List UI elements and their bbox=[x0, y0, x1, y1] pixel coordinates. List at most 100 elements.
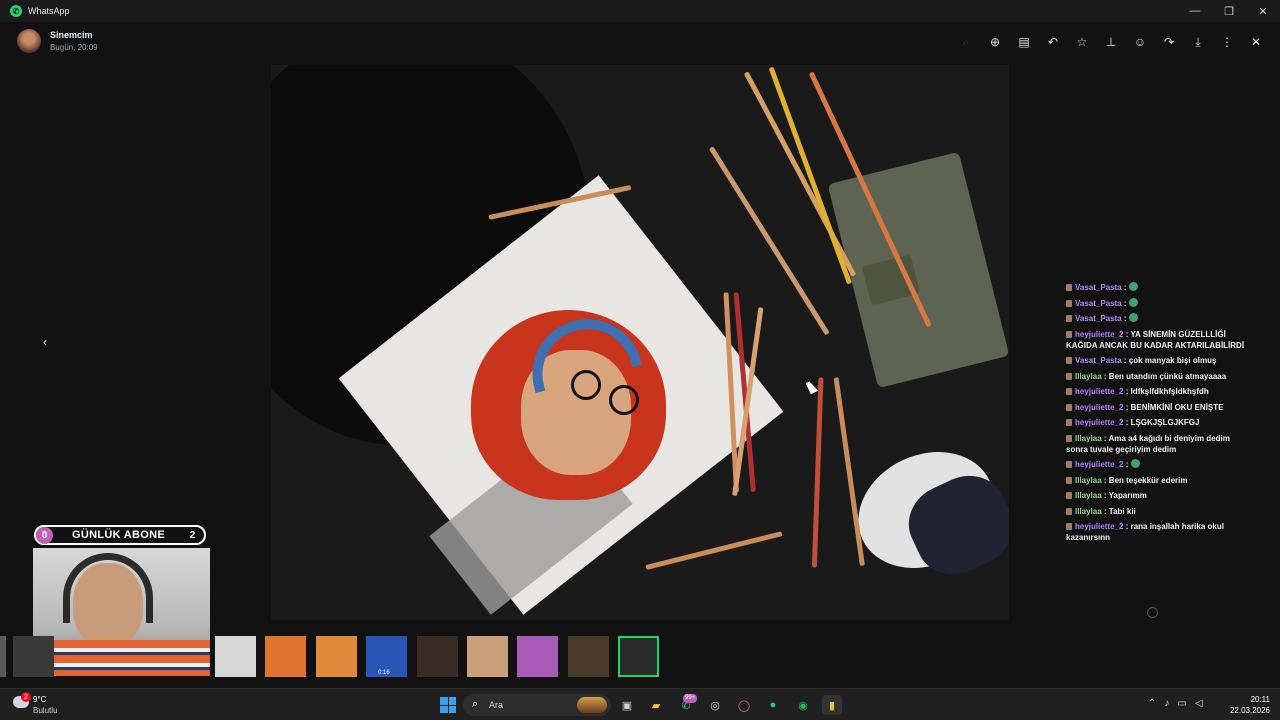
volume-icon[interactable]: ◁ bbox=[1195, 698, 1203, 709]
chat-message: heyjuliette_2 : ldfkşlfdkhfşldkhşfdh bbox=[1066, 386, 1246, 397]
search-highlight-image bbox=[577, 697, 607, 713]
chat-text: Tabi kii bbox=[1108, 506, 1136, 516]
media-thumbnail[interactable] bbox=[417, 636, 458, 677]
zoom-in-icon[interactable]: ⊕ bbox=[985, 32, 1005, 52]
user-badge-icon bbox=[1066, 357, 1072, 364]
user-badge-icon bbox=[1066, 388, 1072, 395]
media-thumbnail[interactable]: 0:16 bbox=[366, 636, 407, 677]
chat-separator: : bbox=[1121, 356, 1129, 365]
chat-text: Yaparımm bbox=[1108, 491, 1147, 500]
download-icon[interactable]: ⤓ bbox=[1188, 32, 1208, 52]
opera-icon[interactable]: ◯ bbox=[734, 695, 754, 715]
go-to-message-icon[interactable]: ▤ bbox=[1014, 32, 1034, 52]
chat-separator: : bbox=[1121, 314, 1129, 323]
media-thumbnail[interactable] bbox=[215, 636, 256, 677]
chat-username: heyjuliette_2 bbox=[1075, 329, 1124, 339]
chat-message: lllaylaa : Tabi kii bbox=[1066, 506, 1246, 517]
viewer-toolbar: ⌕ ⊕ ▤ ↶ ☆ ⊥ ☺ ↷ ⤓ ⋮ ✕ bbox=[956, 32, 1266, 52]
previous-media-button[interactable]: ‹ bbox=[35, 332, 55, 352]
notebook bbox=[827, 151, 1009, 389]
search-icon: ⌕ bbox=[472, 698, 479, 710]
chat-message: Vasat_Pasta : bbox=[1066, 282, 1246, 293]
taskbar-clock[interactable]: 20:11 22.03.2026 bbox=[1230, 694, 1270, 716]
user-badge-icon bbox=[1066, 299, 1072, 307]
chat-separator: : bbox=[1121, 283, 1129, 292]
user-badge-icon bbox=[1066, 476, 1072, 484]
display-icon[interactable]: ▭ bbox=[1177, 698, 1186, 709]
chat-username: heyjuliette_2 bbox=[1075, 387, 1124, 396]
chat-username: heyjuliette_2 bbox=[1075, 418, 1124, 427]
subscriber-start-count: 0 bbox=[36, 526, 53, 544]
chat-username: Vasat_Pasta bbox=[1075, 283, 1122, 292]
chat-username: Vasat_Pasta bbox=[1075, 356, 1122, 365]
chat-username: heyjuliette_2 bbox=[1075, 460, 1124, 469]
chat-separator: : bbox=[1101, 371, 1109, 381]
whatsapp-unread-badge: 99+ bbox=[683, 694, 698, 703]
drawing-glasses-left bbox=[571, 370, 601, 400]
react-icon[interactable]: ☺ bbox=[1130, 32, 1150, 52]
pencil bbox=[743, 71, 857, 277]
media-thumbnail[interactable] bbox=[467, 636, 508, 677]
pencil bbox=[833, 377, 865, 566]
drawing-glasses-right bbox=[609, 385, 639, 415]
task-view-icon[interactable]: ▣ bbox=[617, 695, 637, 715]
media-thumbnail[interactable] bbox=[13, 636, 54, 677]
microphone-icon[interactable]: ♪ bbox=[1164, 698, 1169, 709]
chat-username: heyjuliette_2 bbox=[1075, 402, 1124, 412]
reply-icon[interactable]: ↶ bbox=[1043, 32, 1063, 52]
media-thumbnail[interactable] bbox=[0, 636, 6, 677]
chat-username: lllaylaa bbox=[1075, 475, 1102, 485]
avatar[interactable] bbox=[17, 29, 41, 53]
user-badge-icon bbox=[1066, 461, 1072, 468]
app-icon[interactable]: ● bbox=[763, 695, 783, 715]
emote-icon bbox=[1128, 297, 1138, 307]
chat-separator: : bbox=[1101, 506, 1109, 516]
chat-separator: : bbox=[1123, 418, 1131, 427]
minimize-button[interactable]: — bbox=[1178, 0, 1212, 22]
clock-time: 20:11 bbox=[1250, 695, 1270, 704]
chat-message: lllaylaa : Ben utandım çünkü atmayaaaa bbox=[1066, 371, 1246, 382]
weather-description[interactable]: Bulutlu bbox=[33, 706, 57, 715]
chat-message: heyjuliette_2 : YA SİNEMİN GÜZELLLİĞİ KA… bbox=[1066, 329, 1246, 351]
chat-separator: : bbox=[1101, 433, 1109, 443]
steam-icon[interactable]: ◎ bbox=[705, 695, 725, 715]
streamlabs-icon[interactable]: ▮ bbox=[822, 695, 842, 715]
weather-temperature[interactable]: 9°C bbox=[33, 695, 46, 704]
more-icon[interactable]: ⋮ bbox=[1217, 32, 1237, 52]
forward-icon[interactable]: ↷ bbox=[1159, 32, 1179, 52]
spotify-icon[interactable]: ◉ bbox=[793, 695, 813, 715]
chat-separator: : bbox=[1101, 475, 1109, 485]
close-icon[interactable]: ✕ bbox=[1246, 32, 1266, 52]
maximize-button[interactable]: ❐ bbox=[1212, 0, 1246, 22]
system-tray: ⌃ ♪ ▭ ◁ bbox=[1148, 698, 1203, 709]
chat-separator: : bbox=[1123, 460, 1131, 469]
start-button[interactable] bbox=[440, 697, 456, 713]
media-thumbnail[interactable] bbox=[517, 636, 558, 677]
pin-icon[interactable]: ⊥ bbox=[1101, 32, 1121, 52]
chat-separator: : bbox=[1123, 387, 1131, 396]
chat-text: Ben teşekkür ederim bbox=[1108, 475, 1188, 485]
media-thumbnail[interactable] bbox=[568, 636, 609, 677]
taskbar-search-box[interactable]: ⌕ Ara bbox=[463, 694, 611, 716]
whatsapp-logo-icon: ✆ bbox=[10, 5, 22, 17]
media-viewer-header: Sinemcim Bugün, 20:09 ⌕ ⊕ ▤ ↶ ☆ ⊥ ☺ ↷ ⤓ … bbox=[0, 22, 1280, 62]
chat-message: lllaylaa : Ama a4 kağıdı bi deniyim dedi… bbox=[1066, 433, 1246, 455]
search-icon: ⌕ bbox=[962, 34, 970, 49]
star-icon[interactable]: ☆ bbox=[1072, 32, 1092, 52]
media-thumbnail[interactable] bbox=[316, 636, 357, 677]
chat-message: heyjuliette_2 : bbox=[1066, 459, 1246, 470]
media-thumbnail[interactable] bbox=[618, 636, 659, 677]
chat-message: lllaylaa : Yaparımm bbox=[1066, 490, 1246, 501]
chat-message: heyjuliette_2 : BENİMKİNİ OKU ENİŞTE bbox=[1066, 402, 1246, 413]
chat-separator: : bbox=[1123, 522, 1131, 531]
user-badge-icon bbox=[1066, 492, 1072, 499]
chat-message: heyjuliette_2 : LŞGKJŞLGJKFGJ bbox=[1066, 417, 1246, 428]
window-controls: — ❐ ✕ bbox=[1178, 0, 1280, 22]
close-window-button[interactable]: ✕ bbox=[1246, 0, 1280, 22]
chat-message: Vasat_Pasta : bbox=[1066, 297, 1246, 309]
clock-date: 22.03.2026 bbox=[1229, 706, 1270, 715]
file-explorer-icon[interactable]: ▰ bbox=[646, 695, 666, 715]
weather-notification-badge: 2 bbox=[21, 692, 31, 702]
media-thumbnail[interactable] bbox=[265, 636, 306, 677]
chevron-up-icon[interactable]: ⌃ bbox=[1148, 698, 1156, 709]
